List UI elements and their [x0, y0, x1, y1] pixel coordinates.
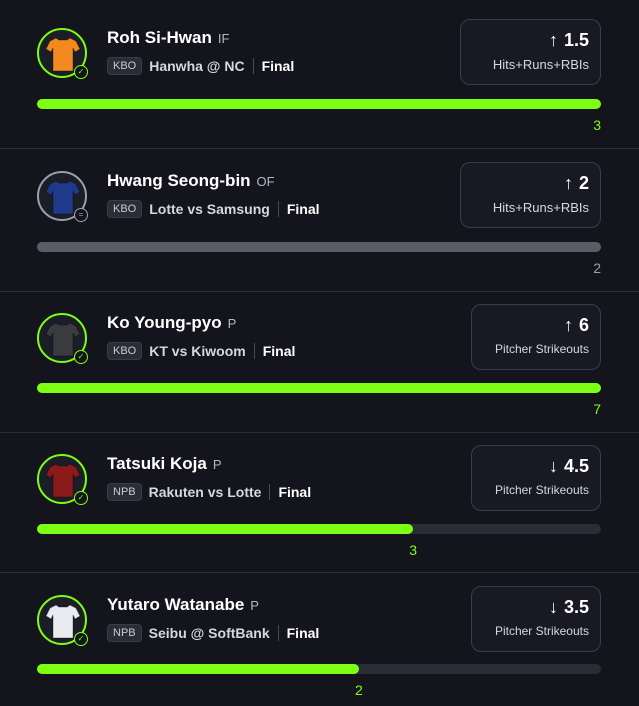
player-avatar: ✓ — [37, 595, 88, 646]
divider — [0, 148, 639, 149]
matchup-text: Rakuten vs Lotte — [148, 484, 262, 500]
game-status: Final — [278, 484, 312, 500]
pick-card[interactable]: ✓ Tatsuki Koja P NPB Rakuten vs Lotte Fi… — [0, 445, 639, 572]
progress-track — [37, 524, 601, 534]
player-avatar: = — [37, 171, 88, 222]
picks-list: ✓ Roh Si-Hwan IF KBO Hanwha @ NC Final ↑… — [0, 0, 639, 706]
progress-fill — [37, 664, 360, 674]
progress-fill — [37, 99, 601, 109]
separator — [253, 343, 255, 359]
player-position: P — [250, 598, 259, 613]
matchup-text: Seibu @ SoftBank — [148, 625, 270, 641]
projection-box[interactable]: ↓ 3.5 Pitcher Strikeouts — [471, 586, 601, 652]
game-status: Final — [261, 58, 295, 74]
line-value: 3.5 — [563, 597, 589, 617]
arrow-down-icon: ↓ — [548, 597, 558, 617]
progress-fill — [37, 242, 601, 252]
game-status: Final — [286, 625, 320, 641]
player-position: P — [227, 316, 237, 331]
player-name[interactable]: Yutaro Watanabe — [107, 595, 244, 615]
check-badge-icon: ✓ — [74, 350, 88, 364]
stat-type: Pitcher Strikeouts — [494, 483, 589, 497]
separator — [269, 484, 271, 500]
matchup-text: KT vs Kiwoom — [149, 343, 246, 359]
player-name[interactable]: Ko Young-pyo — [107, 313, 222, 333]
divider — [0, 572, 639, 573]
pick-card[interactable]: ✓ Yutaro Watanabe P NPB Seibu @ SoftBank… — [0, 586, 639, 706]
progress-track — [37, 242, 601, 252]
stat-type: Hits+Runs+RBIs — [492, 57, 589, 72]
arrow-up-icon: ↑ — [563, 315, 573, 335]
game-status: Final — [286, 201, 320, 217]
result-value: 7 — [593, 401, 601, 417]
player-position: OF — [256, 174, 275, 189]
league-badge: KBO — [107, 200, 143, 218]
stat-type: Pitcher Strikeouts — [494, 624, 589, 638]
pick-card[interactable]: = Hwang Seong-bin OF KBO Lotte vs Samsun… — [0, 162, 639, 291]
line-value: 1.5 — [563, 30, 589, 50]
league-badge: NPB — [107, 483, 142, 501]
player-name[interactable]: Tatsuki Koja — [107, 454, 207, 474]
divider — [0, 291, 639, 292]
push-badge-icon: = — [74, 208, 88, 222]
line-value: 4.5 — [563, 456, 589, 476]
projection-box[interactable]: ↑ 2 Hits+Runs+RBIs — [460, 162, 601, 228]
check-badge-icon: ✓ — [74, 491, 88, 505]
player-avatar: ✓ — [37, 28, 88, 79]
matchup-text: Lotte vs Samsung — [149, 201, 270, 217]
progress-fill — [37, 383, 601, 393]
divider — [0, 432, 639, 433]
player-avatar: ✓ — [37, 454, 88, 505]
check-badge-icon: ✓ — [74, 65, 88, 79]
player-avatar: ✓ — [37, 313, 88, 364]
result-value: 3 — [409, 542, 417, 558]
arrow-up-icon: ↑ — [548, 30, 558, 50]
line-value: 2 — [578, 173, 589, 193]
league-badge: NPB — [107, 624, 142, 642]
stat-type: Hits+Runs+RBIs — [492, 200, 589, 215]
progress-track — [37, 664, 601, 674]
player-name[interactable]: Hwang Seong-bin — [107, 171, 251, 191]
result-value: 2 — [593, 260, 601, 276]
player-name[interactable]: Roh Si-Hwan — [107, 28, 212, 48]
pick-card[interactable]: ✓ Ko Young-pyo P KBO KT vs Kiwoom Final … — [0, 304, 639, 433]
arrow-up-icon: ↑ — [563, 173, 573, 193]
pick-card[interactable]: ✓ Roh Si-Hwan IF KBO Hanwha @ NC Final ↑… — [0, 19, 639, 148]
separator — [252, 58, 254, 74]
check-badge-icon: ✓ — [74, 632, 88, 646]
league-badge: KBO — [107, 57, 143, 75]
line-value: 6 — [578, 315, 589, 335]
progress-fill — [37, 524, 414, 534]
result-value: 3 — [593, 117, 601, 133]
separator — [277, 201, 279, 217]
result-value: 2 — [355, 682, 363, 698]
arrow-down-icon: ↓ — [548, 456, 558, 476]
game-status: Final — [262, 343, 296, 359]
player-position: IF — [217, 31, 230, 46]
league-badge: KBO — [107, 342, 143, 360]
progress-track — [37, 383, 601, 393]
progress-track — [37, 99, 601, 109]
projection-box[interactable]: ↑ 1.5 Hits+Runs+RBIs — [460, 19, 601, 85]
stat-type: Pitcher Strikeouts — [494, 342, 589, 356]
projection-box[interactable]: ↑ 6 Pitcher Strikeouts — [471, 304, 601, 370]
player-position: P — [212, 457, 222, 472]
matchup-text: Hanwha @ NC — [149, 58, 245, 74]
projection-box[interactable]: ↓ 4.5 Pitcher Strikeouts — [471, 445, 601, 511]
separator — [277, 625, 279, 641]
